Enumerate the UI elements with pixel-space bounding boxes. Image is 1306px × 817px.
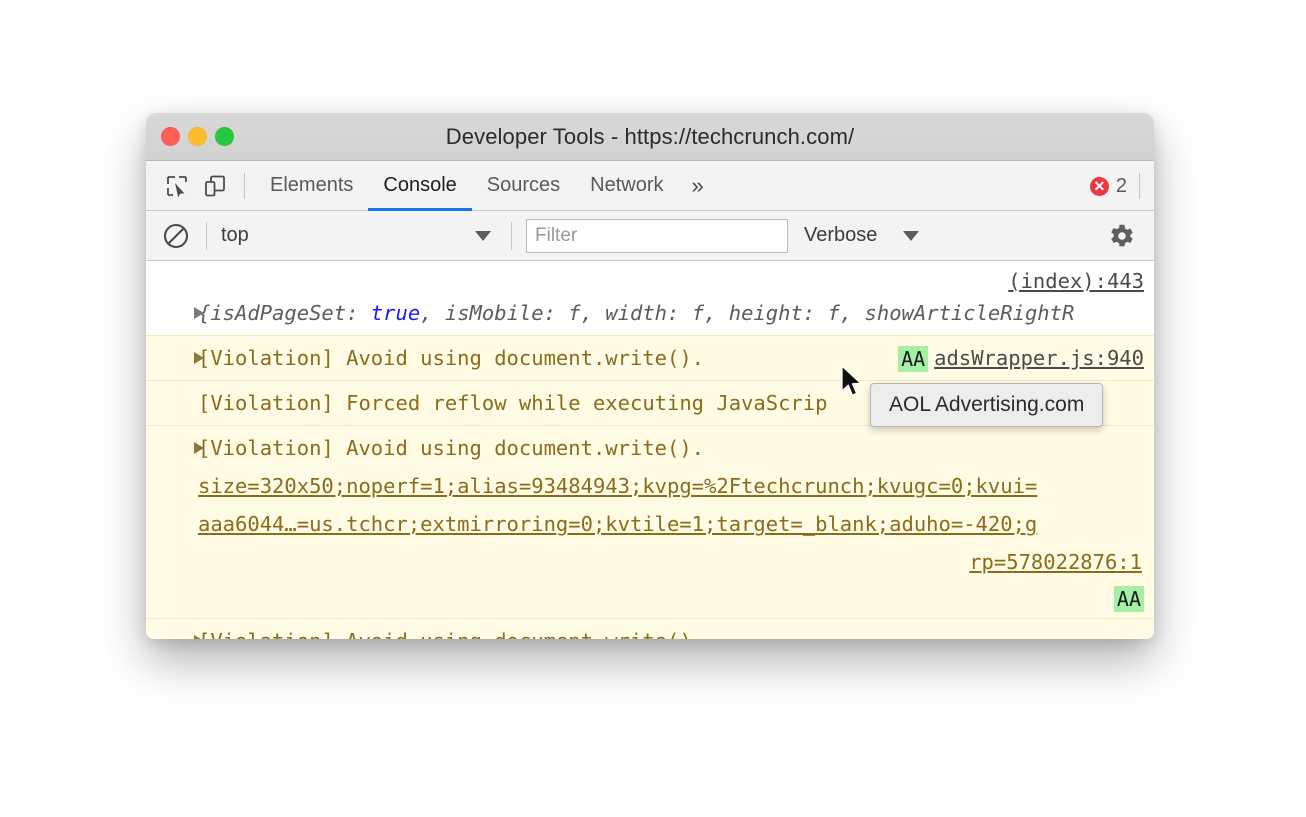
log-level-select[interactable]: Verbose bbox=[804, 224, 919, 247]
source-link[interactable]: (index):443 bbox=[1008, 266, 1144, 296]
error-count-group[interactable]: ✕ 2 bbox=[1090, 161, 1140, 211]
tab-sources[interactable]: Sources bbox=[472, 161, 575, 211]
devtools-tabbar: Elements Console Sources Network » ✕ 2 bbox=[146, 161, 1154, 211]
object-preview-text: {isAdPageSet: true, isMobile: f, width: … bbox=[198, 301, 1074, 325]
chevron-down-icon bbox=[475, 231, 491, 241]
tooltip: AOL Advertising.com bbox=[870, 383, 1103, 427]
aa-badge[interactable]: AA bbox=[898, 346, 928, 372]
window-title: Developer Tools - https://techcrunch.com… bbox=[146, 124, 1154, 150]
filter-input[interactable] bbox=[526, 219, 788, 253]
device-toolbar-icon[interactable] bbox=[196, 167, 234, 205]
window-titlebar: Developer Tools - https://techcrunch.com… bbox=[146, 113, 1154, 161]
object-preview-row[interactable]: {isAdPageSet: true, isMobile: f, width: … bbox=[146, 294, 1154, 332]
expand-arrow-icon[interactable] bbox=[194, 307, 204, 319]
warning-row[interactable]: [Violation] Avoid using document.write()… bbox=[146, 339, 1154, 377]
minimize-window-button[interactable] bbox=[188, 127, 207, 146]
url-line[interactable]: size=320x50;noperf=1;alias=93484943;kvpg… bbox=[146, 467, 1154, 505]
warning-row[interactable]: [Violation] Avoid using document.write()… bbox=[146, 622, 1154, 639]
console-message-log[interactable]: (index):443 {isAdPageSet: true, isMobile… bbox=[146, 261, 1154, 335]
aa-badge-row: AA bbox=[146, 581, 1154, 615]
close-window-button[interactable] bbox=[161, 127, 180, 146]
tab-console[interactable]: Console bbox=[368, 161, 471, 211]
aa-badge[interactable]: AA bbox=[1114, 586, 1144, 612]
warning-text: [Violation] Avoid using document.write()… bbox=[198, 346, 704, 370]
panel-tabs: Elements Console Sources Network » bbox=[255, 161, 717, 211]
source-link[interactable]: adsWrapper.js:940 bbox=[934, 346, 1144, 370]
clear-console-icon[interactable] bbox=[160, 220, 192, 252]
console-message-warning[interactable]: [Violation] Avoid using document.write()… bbox=[146, 426, 1154, 619]
preview-prefix: {isAdPageSet: bbox=[198, 301, 371, 325]
warning-text: [Violation] Avoid using document.write()… bbox=[198, 629, 704, 639]
source-link-group[interactable]: AAadsWrapper.js:940 bbox=[898, 339, 1144, 377]
chevron-down-icon bbox=[903, 231, 919, 241]
console-toolbar: top Verbose bbox=[146, 211, 1154, 261]
preview-suffix: , isMobile: f, width: f, height: f, show… bbox=[420, 301, 1074, 325]
devtools-window: Developer Tools - https://techcrunch.com… bbox=[146, 113, 1154, 639]
toolbar-divider-2 bbox=[511, 222, 512, 250]
warning-text: [Violation] Forced reflow while executin… bbox=[198, 391, 827, 415]
log-level-label: Verbose bbox=[804, 224, 877, 247]
more-tabs-button[interactable]: » bbox=[679, 161, 717, 211]
inspect-element-icon[interactable] bbox=[158, 167, 196, 205]
console-message-warning[interactable]: [Violation] Avoid using document.write()… bbox=[146, 619, 1154, 639]
close-icon: ✕ bbox=[1094, 179, 1106, 193]
traffic-light-group bbox=[161, 113, 234, 160]
warning-row[interactable]: [Violation] Avoid using document.write()… bbox=[146, 429, 1154, 467]
error-circle-icon: ✕ bbox=[1090, 177, 1109, 196]
execution-context-label: top bbox=[221, 224, 249, 247]
boolean-value: true bbox=[371, 301, 420, 325]
log-source-row: (index):443 bbox=[146, 264, 1154, 294]
toolbar-divider-1 bbox=[206, 222, 207, 250]
error-count-label: 2 bbox=[1116, 175, 1127, 198]
gear-icon[interactable] bbox=[1104, 219, 1138, 253]
warning-text: [Violation] Avoid using document.write()… bbox=[198, 436, 704, 460]
url-line[interactable]: aaa6044…=us.tchcr;extmirroring=0;kvtile=… bbox=[146, 505, 1154, 543]
tab-network[interactable]: Network bbox=[575, 161, 678, 211]
tab-elements[interactable]: Elements bbox=[255, 161, 368, 211]
expand-arrow-icon[interactable] bbox=[194, 352, 204, 364]
expand-arrow-icon[interactable] bbox=[194, 635, 204, 639]
console-message-list[interactable]: (index):443 {isAdPageSet: true, isMobile… bbox=[146, 261, 1154, 639]
execution-context-select[interactable]: top bbox=[221, 224, 497, 247]
expand-arrow-icon[interactable] bbox=[194, 442, 204, 454]
tabbar-right-divider bbox=[1139, 173, 1140, 199]
url-line[interactable]: rp=578022876:1 bbox=[146, 543, 1154, 581]
tabbar-divider bbox=[244, 173, 245, 199]
zoom-window-button[interactable] bbox=[215, 127, 234, 146]
console-message-warning[interactable]: [Violation] Avoid using document.write()… bbox=[146, 335, 1154, 381]
